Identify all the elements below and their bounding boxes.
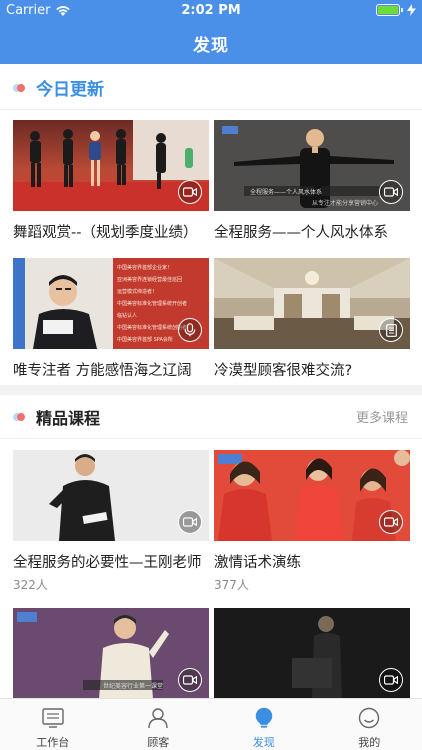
video-icon xyxy=(379,180,403,204)
page-title: 发现 xyxy=(193,36,229,56)
tab-label: 我的 xyxy=(358,736,381,749)
course-2-title[interactable]: 激情话术演练 xyxy=(214,551,301,572)
courses-section-title: 精品课程 xyxy=(36,408,101,428)
today-item-2-title[interactable]: 全程服务——个人风水体系 xyxy=(214,221,388,242)
video-icon xyxy=(178,180,202,204)
more-courses-link[interactable]: 更多课程 xyxy=(356,407,408,426)
today-item-4-title[interactable]: 冷漠型顾客很难交流? xyxy=(214,359,352,380)
today-item-4-thumbnail[interactable] xyxy=(214,258,410,349)
course-2-thumbnail[interactable] xyxy=(214,450,410,541)
tab-label: 顾客 xyxy=(147,736,170,749)
course-2-count: 377人 xyxy=(214,578,249,592)
video-icon xyxy=(379,510,403,534)
section-divider xyxy=(0,385,422,395)
tab-bar: 工作台 顾客 发现 我的 xyxy=(0,698,422,750)
today-item-3-title[interactable]: 唯专注者 方能感悟海之辽阔 xyxy=(13,359,192,380)
today-section-title: 今日更新 xyxy=(36,80,104,100)
video-overlay-text: 全程服务——个人风水体系 xyxy=(250,189,323,196)
video-icon xyxy=(379,668,403,692)
video-subtitle-text: 从专注才能分享营销中心 xyxy=(312,200,379,207)
microphone-icon xyxy=(178,318,202,342)
video-icon xyxy=(178,510,202,534)
course-1-title[interactable]: 全程服务的必要性—王刚老师 xyxy=(13,551,202,572)
today-item-1-thumbnail[interactable] xyxy=(13,120,209,211)
tab-workbench[interactable]: 工作台 xyxy=(0,699,106,750)
charging-bolt-icon xyxy=(407,4,416,16)
document-icon xyxy=(379,318,403,342)
courses-section-header: 精品课程 更多课程 xyxy=(0,395,422,439)
course-1-thumbnail[interactable] xyxy=(13,450,209,541)
section-dot-icon xyxy=(13,412,27,422)
tab-label: 工作台 xyxy=(36,736,70,749)
today-item-2-thumbnail[interactable]: 全程服务——个人风水体系 从专注才能分享营销中心 xyxy=(214,120,410,211)
tab-discover[interactable]: 发现 xyxy=(211,699,317,750)
tab-customer[interactable]: 顾客 xyxy=(106,699,212,750)
profile-icon xyxy=(359,707,380,729)
status-time: 2:02 PM xyxy=(181,3,241,18)
today-item-3-thumbnail[interactable]: 中国美容界首部企业家！ 亚洲美容界连锁经营最佳巡回 运营模式缔造者！ 中国美容标… xyxy=(13,258,209,349)
course-4-thumbnail[interactable] xyxy=(214,608,410,699)
battery-icon xyxy=(376,4,403,16)
workbench-icon xyxy=(42,708,64,728)
today-item-1-title[interactable]: 舞蹈观赏--（规划季度业绩） xyxy=(13,221,197,242)
thumb-subtitle-text: 世纪美容行业第一课堂 xyxy=(103,683,164,690)
course-3-thumbnail[interactable]: 世纪美容行业第一课堂 xyxy=(13,608,209,699)
tab-label: 发现 xyxy=(252,736,275,749)
video-icon xyxy=(178,668,202,692)
course-1-count: 322人 xyxy=(13,578,48,592)
section-dot-icon xyxy=(13,83,27,93)
today-section-header: 今日更新 xyxy=(0,66,422,110)
status-bar: Carrier 2:02 PM xyxy=(0,0,422,22)
top-bar: Carrier 2:02 PM 发现 xyxy=(0,0,422,64)
tab-mine[interactable]: 我的 xyxy=(317,699,422,750)
discover-icon xyxy=(255,707,272,728)
customer-icon xyxy=(148,708,168,729)
